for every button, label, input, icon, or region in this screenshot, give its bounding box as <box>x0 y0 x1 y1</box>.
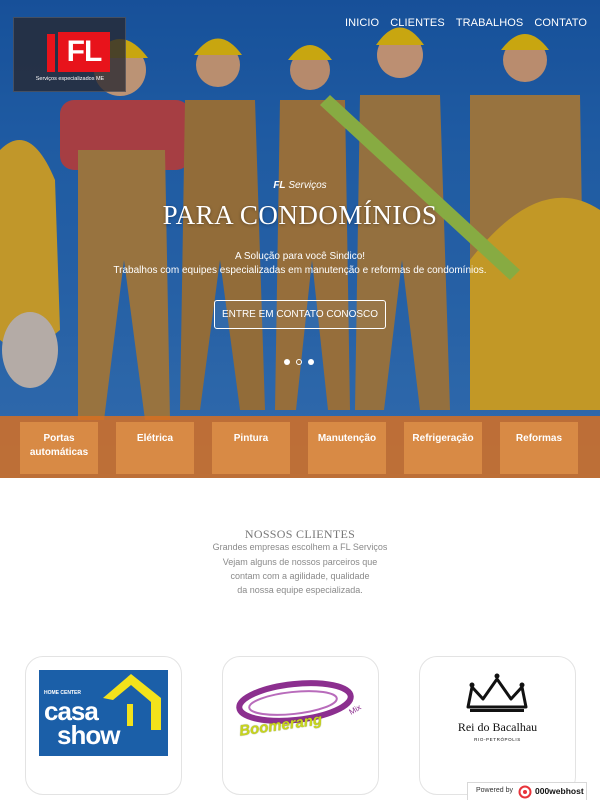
service-portas-automaticas[interactable]: Portas automáticas <box>20 422 98 474</box>
service-refrigeracao[interactable]: Refrigeração <box>404 422 482 474</box>
logo-tool-icon <box>47 34 55 72</box>
hero-title: PARA CONDOMÍNIOS <box>162 200 438 230</box>
clients-text-line-2: Vejam alguns de nossos parceiros que <box>222 557 378 567</box>
service-manutencao[interactable]: Manutenção <box>308 422 386 474</box>
service-pintura[interactable]: Pintura <box>212 422 290 474</box>
carousel-indicators <box>284 359 314 365</box>
hero-kicker: FL Serviços <box>0 180 600 191</box>
nav-item-clientes[interactable]: CLIENTES <box>390 17 445 29</box>
powered-by-badge[interactable]: Powered by 000webhost <box>467 782 587 800</box>
clients-title: NOSSOS CLIENTES <box>244 527 356 541</box>
nav-item-inicio[interactable]: INICIO <box>345 17 379 29</box>
logo-tagline: Serviços especializados ME <box>35 76 105 82</box>
rei-do-bacalhau-sub: RIO-PETRÓPOLIS <box>474 737 521 742</box>
powered-by-brand: 000webhost <box>535 786 584 796</box>
service-eletrica[interactable]: Elétrica <box>116 422 194 474</box>
carousel-dot-2[interactable] <box>296 359 302 365</box>
casa-show-word-2: show <box>57 720 120 750</box>
clients-text-line-4: da nossa equipe especializada. <box>237 585 363 595</box>
powered-by-label: Powered by <box>476 787 513 794</box>
nav-item-contato[interactable]: CONTATO <box>534 17 587 29</box>
hero-banner: FL Serviços especializados ME INICIO CLI… <box>0 0 600 478</box>
clients-text-line-1: Grandes empresas escolhem a FL Serviços <box>212 542 388 552</box>
brand-logo[interactable]: FL Serviços especializados ME <box>13 17 126 92</box>
nav-item-trabalhos[interactable]: TRABALHOS <box>456 17 524 29</box>
service-reformas[interactable]: Reformas <box>500 422 578 474</box>
hero-line-1: A Solução para você Sindico! <box>234 251 366 262</box>
main-nav: INICIO CLIENTES TRABALHOS CONTATO <box>345 17 587 29</box>
hero-kicker-brand: FL <box>273 180 286 191</box>
logo-mark: FL <box>58 32 110 72</box>
hero-kicker-text: Serviços <box>285 180 327 191</box>
webhost-logo-icon <box>518 785 532 799</box>
client-card-casa-show[interactable]: HOME CENTER casa show <box>25 656 182 795</box>
clients-text-line-3: contam com a agilidade, qualidade <box>230 571 370 581</box>
contact-cta-button[interactable]: ENTRE EM CONTATO CONOSCO <box>214 300 386 329</box>
client-card-rei-do-bacalhau[interactable]: Rei do Bacalhau RIO-PETRÓPOLIS <box>419 656 576 795</box>
carousel-dot-3[interactable] <box>308 359 314 365</box>
carousel-dot-1[interactable] <box>284 359 290 365</box>
casa-show-logo: HOME CENTER casa show <box>39 670 168 756</box>
rei-do-bacalhau-name: Rei do Bacalhau <box>457 720 538 734</box>
services-list: Portas automáticas Elétrica Pintura Manu… <box>20 422 578 474</box>
hero-line-2: Trabalhos com equipes especializadas em … <box>113 265 487 276</box>
client-card-boomerang[interactable]: Mix Boomerang <box>222 656 379 795</box>
